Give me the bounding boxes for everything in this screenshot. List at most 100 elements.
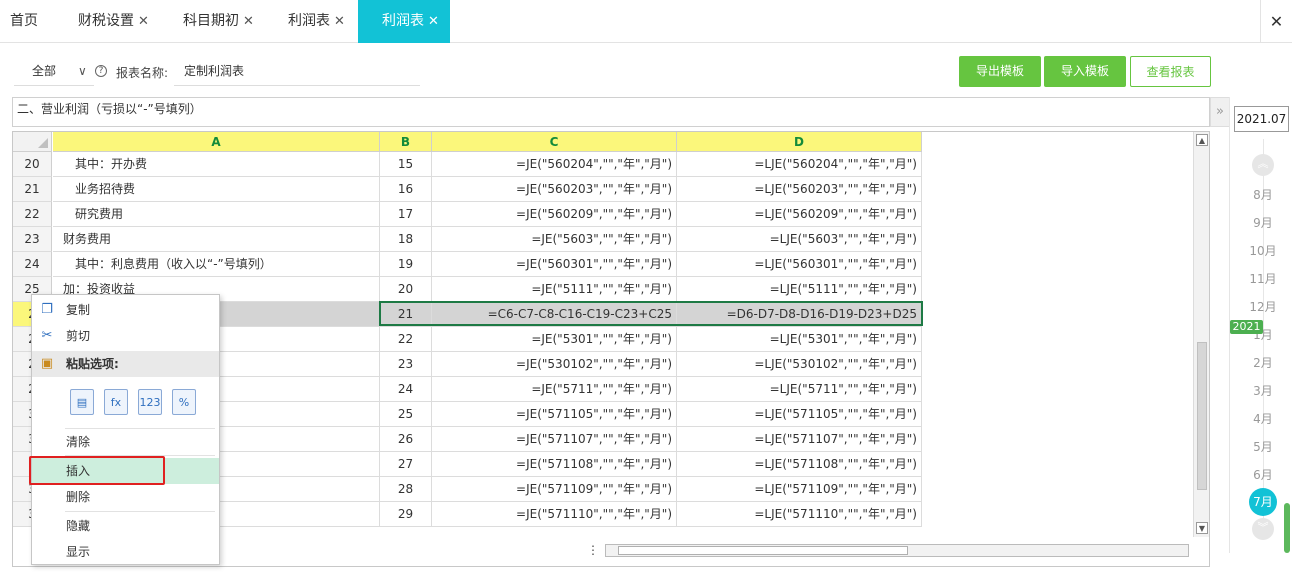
menu-show[interactable]: 显示 [32, 539, 219, 565]
view-report-button[interactable]: 查看报表 [1130, 56, 1211, 87]
tab-3[interactable]: 利润表 ✕ [272, 0, 358, 43]
month-item[interactable]: 10月 [1244, 242, 1282, 259]
cell-b[interactable]: 23 [380, 352, 432, 377]
formula-bar[interactable]: 二、营业利润（亏损以“-”号填列） [12, 97, 1210, 127]
month-item[interactable]: 8月 [1244, 186, 1282, 203]
cell-a[interactable]: 业务招待费 [53, 177, 380, 202]
table-row[interactable]: 23 财务费用 18 =JE("5603","","年","月") =LJE("5603… [13, 227, 923, 252]
cell-b[interactable]: 28 [380, 477, 432, 502]
cell-b[interactable]: 21 [380, 302, 432, 327]
column-header-a[interactable]: A [53, 132, 380, 152]
cell-a[interactable]: 其中：开办费 [53, 152, 380, 177]
paste-format-icon[interactable]: % [172, 389, 196, 415]
horizontal-scrollbar[interactable] [605, 544, 1189, 557]
cell-d[interactable]: =LJE("571107","","年","月") [677, 427, 922, 452]
cell-b[interactable]: 26 [380, 427, 432, 452]
sheet-splitter-icon[interactable]: ⋮ [587, 543, 599, 557]
scroll-down-icon[interactable]: ▼ [1196, 522, 1208, 534]
cell-d[interactable]: =LJE("560209","","年","月") [677, 202, 922, 227]
table-row[interactable]: 21 业务招待费 16 =JE("560203","","年","月") =LJE("5… [13, 177, 923, 202]
tab-4[interactable]: 利润表 ✕ [358, 0, 450, 43]
month-item[interactable]: 6月 [1244, 466, 1282, 483]
cell-b[interactable]: 25 [380, 402, 432, 427]
row-number[interactable]: 21 [13, 177, 52, 202]
month-item[interactable]: 12月 [1244, 298, 1282, 315]
cell-d[interactable]: =LJE("571105","","年","月") [677, 402, 922, 427]
cell-d[interactable]: =LJE("560301","","年","月") [677, 252, 922, 277]
column-header-d[interactable]: D [677, 132, 922, 152]
menu-cut[interactable]: ✂ 剪切 [32, 323, 219, 349]
cell-b[interactable]: 16 [380, 177, 432, 202]
month-item[interactable]: 4月 [1244, 410, 1282, 427]
month-active[interactable]: 7月 [1249, 488, 1277, 516]
cell-d[interactable]: =LJE("571109","","年","月") [677, 477, 922, 502]
cell-c[interactable]: =JE("5603","","年","月") [432, 227, 677, 252]
table-row[interactable]: 24 其中：利息费用（收入以“-”号填列） 19 =JE("560301","","年… [13, 252, 923, 277]
cell-a[interactable]: 财务费用 [53, 227, 380, 252]
cell-b[interactable]: 20 [380, 277, 432, 302]
month-item[interactable]: 11月 [1244, 270, 1282, 287]
month-item[interactable]: 5月 [1244, 438, 1282, 455]
row-number[interactable]: 20 [13, 152, 52, 177]
row-number[interactable]: 24 [13, 252, 52, 277]
tab-0[interactable]: 首页 [0, 0, 48, 43]
tab-close-icon[interactable]: ✕ [243, 14, 254, 29]
cell-b[interactable]: 17 [380, 202, 432, 227]
cell-b[interactable]: 18 [380, 227, 432, 252]
help-icon[interactable]: ? [95, 65, 107, 77]
cell-b[interactable]: 24 [380, 377, 432, 402]
cell-b[interactable]: 27 [380, 452, 432, 477]
column-header-b[interactable]: B [380, 132, 432, 152]
chevron-up-icon[interactable]: ︽ [1252, 154, 1274, 176]
cell-d[interactable]: =LJE("5603","","年","月") [677, 227, 922, 252]
vertical-scroll-thumb[interactable] [1197, 342, 1207, 490]
collapse-panel-icon[interactable]: » [1210, 97, 1230, 127]
cell-b[interactable]: 15 [380, 152, 432, 177]
cell-c[interactable]: =JE("571108","","年","月") [432, 452, 677, 477]
cell-d[interactable]: =D6-D7-D8-D16-D19-D23+D25 [677, 302, 922, 327]
paste-values-icon[interactable]: 123 [138, 389, 162, 415]
month-item[interactable]: 3月 [1244, 382, 1282, 399]
report-name-field[interactable]: 定制利润表 [174, 56, 420, 86]
cell-c[interactable]: =JE("5301","","年","月") [432, 327, 677, 352]
horizontal-scroll-thumb[interactable] [618, 546, 908, 555]
cell-c[interactable]: =JE("571109","","年","月") [432, 477, 677, 502]
scope-select[interactable]: 全部 ∨ [14, 56, 94, 86]
cell-c[interactable]: =JE("571110","","年","月") [432, 502, 677, 527]
month-item[interactable]: 9月 [1244, 214, 1282, 231]
cell-c[interactable]: =JE("5111","","年","月") [432, 277, 677, 302]
menu-hide[interactable]: 隐藏 [32, 513, 219, 539]
cell-b[interactable]: 19 [380, 252, 432, 277]
close-icon[interactable]: ✕ [1260, 0, 1292, 43]
cell-d[interactable]: =LJE("530102","","年","月") [677, 352, 922, 377]
cell-d[interactable]: =LJE("560204","","年","月") [677, 152, 922, 177]
cell-c[interactable]: =JE("571107","","年","月") [432, 427, 677, 452]
vertical-scrollbar[interactable]: ▲ ▼ [1193, 132, 1209, 537]
paste-icon[interactable]: ▤ [70, 389, 94, 415]
menu-clear[interactable]: 清除 [32, 429, 219, 455]
cell-b[interactable]: 29 [380, 502, 432, 527]
tab-close-icon[interactable]: ✕ [428, 14, 439, 29]
cell-c[interactable]: =JE("571105","","年","月") [432, 402, 677, 427]
cell-a[interactable]: 其中：利息费用（收入以“-”号填列） [53, 252, 380, 277]
menu-copy[interactable]: ❐ 复制 [32, 297, 219, 323]
panel-scroll-grip[interactable] [1284, 503, 1290, 553]
import-template-button[interactable]: 导入模板 [1044, 56, 1126, 87]
paste-formula-icon[interactable]: fx [104, 389, 128, 415]
tab-2[interactable]: 科目期初 ✕ [167, 0, 263, 43]
period-year-field[interactable]: 2021.07 [1234, 106, 1289, 132]
cell-c[interactable]: =JE("560203","","年","月") [432, 177, 677, 202]
cell-c[interactable]: =JE("560301","","年","月") [432, 252, 677, 277]
scroll-up-icon[interactable]: ▲ [1196, 134, 1208, 146]
row-number[interactable]: 22 [13, 202, 52, 227]
table-row[interactable]: 22 研究费用 17 =JE("560209","","年","月") =LJE("56… [13, 202, 923, 227]
row-number[interactable]: 23 [13, 227, 52, 252]
menu-insert[interactable]: 插入 [32, 458, 219, 484]
cell-d[interactable]: =LJE("560203","","年","月") [677, 177, 922, 202]
tab-1[interactable]: 财税设置 ✕ [62, 0, 158, 43]
cell-c[interactable]: =JE("560209","","年","月") [432, 202, 677, 227]
tab-close-icon[interactable]: ✕ [138, 14, 149, 29]
cell-d[interactable]: =LJE("571110","","年","月") [677, 502, 922, 527]
cell-d[interactable]: =LJE("571108","","年","月") [677, 452, 922, 477]
column-header-c[interactable]: C [432, 132, 677, 152]
